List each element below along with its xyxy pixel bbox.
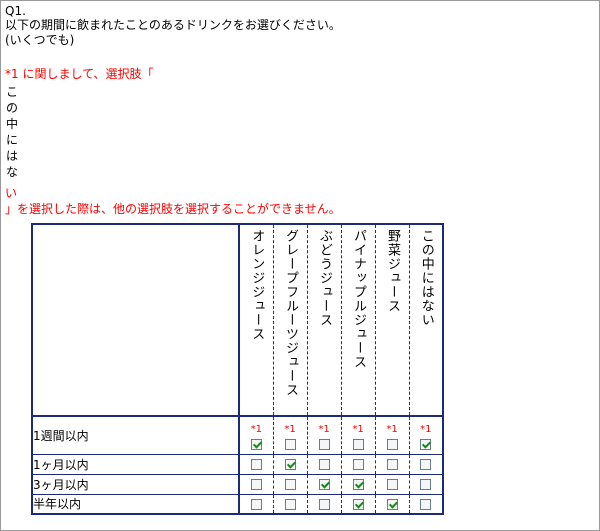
column-header-grapefruit: グレープフルーツジュース — [273, 224, 308, 417]
answer-checkbox[interactable] — [420, 479, 432, 490]
matrix-header-row: オレンジジュース グレープフルーツジュース ぶどうジュース パイナップルジュース… — [32, 224, 443, 417]
matrix-row: 1週間以内 *1 *1 *1 *1 *1 *1 — [32, 416, 443, 454]
answer-checkbox[interactable] — [352, 438, 364, 450]
column-header-vegetable: 野菜ジュース — [375, 224, 410, 417]
matrix-cell — [409, 473, 443, 494]
warning-option-char: な — [5, 165, 18, 179]
question-text: 以下の期間に飲まれたことのあるドリンクをお選びください。 — [5, 18, 341, 32]
matrix-cell — [307, 453, 342, 474]
matrix-cell — [239, 453, 274, 474]
answer-checkbox[interactable] — [318, 438, 330, 450]
answer-checkbox[interactable] — [352, 479, 364, 490]
matrix-cell — [273, 493, 308, 514]
exclusive-marker: *1 — [420, 423, 432, 435]
matrix-cell: *1 — [239, 416, 274, 454]
matrix-row: 半年以内 — [32, 493, 443, 514]
answer-matrix: オレンジジュース グレープフルーツジュース ぶどうジュース パイナップルジュース… — [31, 223, 444, 515]
warning-suffix: い」を選択した際は、他の選択肢を選択することができません。 — [5, 185, 341, 217]
warning-option-char: に — [5, 133, 18, 147]
matrix-cell: *1 — [341, 416, 376, 454]
matrix-cell — [239, 493, 274, 514]
answer-checkbox[interactable] — [284, 498, 296, 510]
answer-checkbox[interactable] — [386, 498, 398, 510]
answer-checkbox[interactable] — [386, 479, 398, 490]
answer-checkbox[interactable] — [386, 459, 398, 470]
matrix-cell — [239, 473, 274, 494]
answer-checkbox[interactable] — [352, 498, 364, 510]
warning-option-char: は — [5, 149, 18, 163]
answer-checkbox[interactable] — [420, 459, 432, 470]
answer-checkbox[interactable] — [420, 498, 432, 510]
column-header-orange: オレンジジュース — [239, 224, 274, 417]
matrix-cell — [307, 493, 342, 514]
row-label: 1ヶ月以内 — [32, 453, 240, 474]
answer-checkbox[interactable] — [284, 459, 296, 470]
row-label: 3ヶ月以内 — [32, 473, 240, 494]
matrix-cell — [307, 473, 342, 494]
matrix-cell — [273, 453, 308, 474]
warning-option-char: い — [5, 186, 18, 200]
row-label: 1週間以内 — [32, 416, 240, 454]
matrix-cell — [375, 453, 410, 474]
answer-checkbox[interactable] — [420, 438, 432, 450]
matrix-cell: *1 — [307, 416, 342, 454]
survey-frame: Q1. 以下の期間に飲まれたことのあるドリンクをお選びください。 (いくつでも)… — [0, 0, 600, 531]
column-header-none: この中にはない — [409, 224, 443, 417]
question-number: Q1. — [5, 4, 26, 18]
matrix-cell — [409, 493, 443, 514]
answer-checkbox[interactable] — [318, 498, 330, 510]
matrix-cell — [375, 473, 410, 494]
exclusive-marker: *1 — [284, 423, 296, 435]
matrix-cell — [375, 493, 410, 514]
matrix-row: 1ヶ月以内 — [32, 453, 443, 474]
matrix-cell: *1 — [273, 416, 308, 454]
warning-suffix-text: 」を選択した際は、他の選択肢を選択することができません。 — [5, 202, 341, 216]
matrix-cell — [341, 493, 376, 514]
warning-prefix: *1 に関しまして、選択肢「 — [5, 67, 154, 81]
matrix-corner — [32, 224, 240, 417]
column-header-pineapple: パイナップルジュース — [341, 224, 376, 417]
answer-checkbox[interactable] — [318, 479, 330, 490]
warning-option-vertical: こ の 中 に は な — [5, 84, 19, 180]
answer-checkbox[interactable] — [250, 498, 262, 510]
answer-checkbox[interactable] — [318, 459, 330, 470]
warning-option-char: 中 — [5, 117, 18, 131]
warning-option-char: こ — [5, 85, 18, 99]
matrix-cell — [273, 473, 308, 494]
matrix-cell: *1 — [409, 416, 443, 454]
matrix-cell — [341, 473, 376, 494]
row-label: 半年以内 — [32, 493, 240, 514]
matrix-row: 3ヶ月以内 — [32, 473, 443, 494]
column-header-grape: ぶどうジュース — [307, 224, 342, 417]
answer-checkbox[interactable] — [250, 479, 262, 490]
answer-checkbox[interactable] — [250, 459, 262, 470]
exclusive-marker: *1 — [352, 423, 364, 435]
matrix-cell — [409, 453, 443, 474]
exclusive-marker: *1 — [250, 423, 262, 435]
question-note: (いくつでも) — [5, 33, 75, 47]
answer-checkbox[interactable] — [250, 438, 262, 450]
answer-checkbox[interactable] — [386, 438, 398, 450]
answer-checkbox[interactable] — [284, 438, 296, 450]
matrix-cell — [341, 453, 376, 474]
matrix-cell: *1 — [375, 416, 410, 454]
answer-checkbox[interactable] — [352, 459, 364, 470]
answer-checkbox[interactable] — [284, 479, 296, 490]
exclusive-marker: *1 — [386, 423, 398, 435]
exclusive-marker: *1 — [318, 423, 330, 435]
warning-option-char: の — [5, 101, 18, 115]
